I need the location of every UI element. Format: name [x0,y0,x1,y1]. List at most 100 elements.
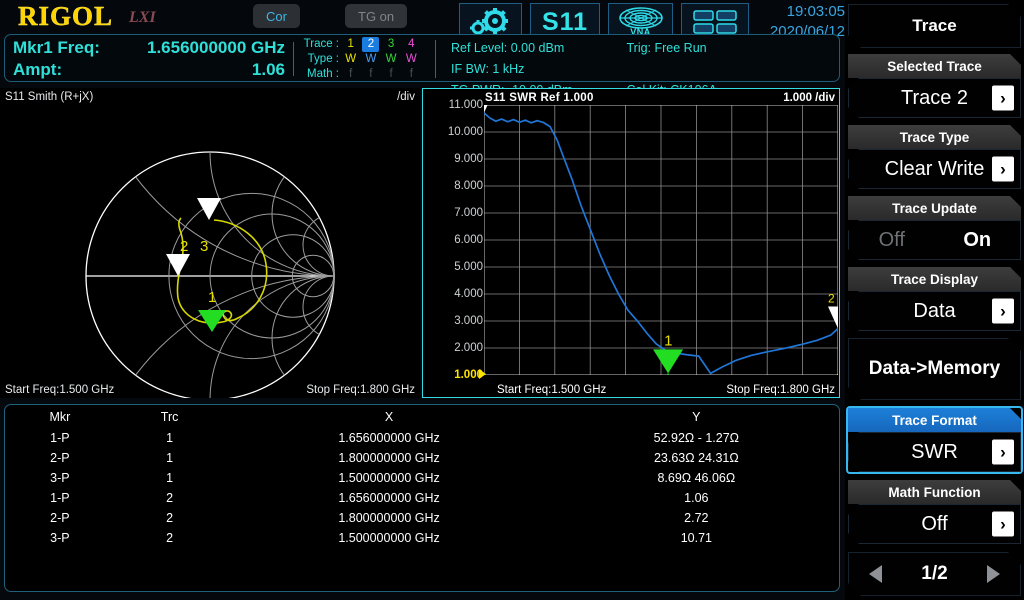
marker-ampt-label: Ampt: [13,59,62,81]
top-bar: RIGOL LXI Cor TG on [0,0,845,32]
cell-y: 23.63Ω 24.31Ω [554,448,839,468]
table-row[interactable]: 2-P21.800000000 GHz2.72 [5,508,839,528]
table-row[interactable]: 3-P21.500000000 GHz10.71 [5,528,839,548]
swr-start-freq: Start Freq:1.500 GHz [497,384,606,396]
cell-trc: 2 [115,528,225,548]
cell-y: 52.92Ω - 1.27Ω [554,428,839,448]
cell-trc: 1 [115,468,225,488]
softkey-trace-display-value: Data [913,300,955,323]
softkey-trace-format-value: SWR [911,441,958,464]
info-divider-1 [293,42,294,76]
smith-chart-graphic: 2 3 1 [0,88,420,398]
cell-trc: 2 [115,508,225,528]
marker-table-panel[interactable]: Mkr Trc X Y 1-P11.656000000 GHz52.92Ω - … [4,404,840,592]
type-row-label: Type : [303,52,339,67]
cell-mkr: 1-P [5,488,115,508]
column-header-x: X [224,405,553,428]
softkey-header-trace-display: Trace Display [848,267,1021,291]
trace-math-4: f [403,67,420,82]
cell-y: 8.69Ω 46.06Ω [554,468,839,488]
info-bar: Mkr1 Freq: 1.656000000 GHz Ampt: 1.06 Tr… [4,34,840,82]
cell-y: 1.06 [554,488,839,508]
marker-ampt-value: 1.06 [252,59,285,81]
swr-marker-label-1: 1 [664,332,672,349]
column-header-trc: Trc [115,405,225,428]
next-page-arrow-icon[interactable] [987,565,1000,583]
trace-number-3[interactable]: 3 [383,37,400,52]
tracking-generator-status-button[interactable]: TG on [345,4,407,28]
trace-type-1: W [342,52,359,67]
table-row[interactable]: 2-P11.800000000 GHz23.63Ω 24.31Ω [5,448,839,468]
cell-y: 2.72 [554,508,839,528]
trace-number-4[interactable]: 4 [403,37,420,52]
swr-marker-2: 2 [828,292,838,329]
column-header-y: Y [554,405,839,428]
swr-y-tick-label: 6.000 [437,234,483,246]
swr-marker-3: 3 [484,105,494,113]
softkey-menu: Trace Selected Trace Trace 2 › Trace Typ… [845,0,1024,600]
softkey-selected-trace[interactable]: Trace 2 › [848,78,1021,118]
swr-chart-header: S11 SWR Ref 1.000 [485,92,594,104]
correction-status-button[interactable]: Cor [253,4,300,28]
smith-chart-panel[interactable]: S11 Smith (R+jX) /div [0,88,420,398]
column-header-mkr: Mkr [5,405,115,428]
softkey-data-to-memory[interactable]: Data->Memory [848,338,1021,400]
cell-x: 1.800000000 GHz [224,508,553,528]
rigol-logo: RIGOL [18,1,113,32]
trace-number-1[interactable]: 1 [342,37,359,52]
softkey-math-function-value: Off [921,513,947,536]
ifbw-status: IF BW: 1 kHz [451,59,561,80]
s11-label: S11 [542,8,588,37]
chevron-right-icon[interactable]: › [992,299,1014,324]
swr-chart-div-label: 1.000 /div [783,92,835,104]
softkey-trace-format[interactable]: SWR › [848,432,1021,472]
trace-status-panel: Trace : 1 2 3 4 Type : W W W W Math : f … [303,37,420,82]
smith-marker-label-2: 2 [180,238,188,255]
softkey-header-trace-format: Trace Format [848,408,1021,432]
softkey-trace-update[interactable]: Off On [848,220,1021,260]
softkey-header-math-function: Math Function [848,480,1021,504]
trace-update-off-option[interactable]: Off [849,221,935,259]
trace-number-2[interactable]: 2 [362,37,379,52]
trace-type-3: W [383,52,400,67]
cell-x: 1.800000000 GHz [224,448,553,468]
trace-type-4: W [403,52,420,67]
swr-marker-1: 1 [653,332,683,373]
marker-freq-value: 1.656000000 GHz [147,37,285,59]
softkey-header-trace-update: Trace Update [848,196,1021,220]
chevron-right-icon[interactable]: › [992,440,1014,465]
chevron-right-icon[interactable]: › [992,512,1014,537]
softkey-math-function[interactable]: Off › [848,504,1021,544]
swr-y-tick-label: 1.000 [437,369,483,381]
table-row[interactable]: 1-P21.656000000 GHz1.06 [5,488,839,508]
cell-mkr: 2-P [5,508,115,528]
trace-update-on-option[interactable]: On [935,221,1021,259]
cell-mkr: 3-P [5,468,115,488]
marker-freq-label: Mkr1 Freq: [13,37,100,59]
chevron-right-icon[interactable]: › [992,86,1014,111]
swr-chart-panel[interactable]: S11 SWR Ref 1.000 1.000 /div 11.00010.00… [422,88,840,398]
marker-readout: Mkr1 Freq: 1.656000000 GHz Ampt: 1.06 [13,37,285,81]
chevron-right-icon[interactable]: › [992,157,1014,182]
smith-stop-freq: Stop Freq:1.800 GHz [306,384,415,396]
table-row[interactable]: 1-P11.656000000 GHz52.92Ω - 1.27Ω [5,428,839,448]
trace-math-3: f [383,67,400,82]
table-row[interactable]: 3-P11.500000000 GHz8.69Ω 46.06Ω [5,468,839,488]
cell-trc: 1 [115,448,225,468]
menu-title-trace[interactable]: Trace [848,4,1021,48]
softkey-trace-display[interactable]: Data › [848,291,1021,331]
softkey-trace-type[interactable]: Clear Write › [848,149,1021,189]
clock-time: 19:03:05 [757,2,845,22]
page-indicator: 1/2 [921,563,947,585]
swr-y-tick-label: 9.000 [437,153,483,165]
swr-y-tick-label: 11.000 [437,99,483,111]
smith-marker-1 [198,310,226,332]
cell-x: 1.656000000 GHz [224,428,553,448]
trace-row-label: Trace : [303,37,339,52]
cell-trc: 1 [115,428,225,448]
table-header-row: Mkr Trc X Y [5,405,839,428]
info-divider-2 [435,40,436,78]
prev-page-arrow-icon[interactable] [869,565,882,583]
menu-pagination[interactable]: 1/2 [848,552,1021,596]
cell-x: 1.656000000 GHz [224,488,553,508]
